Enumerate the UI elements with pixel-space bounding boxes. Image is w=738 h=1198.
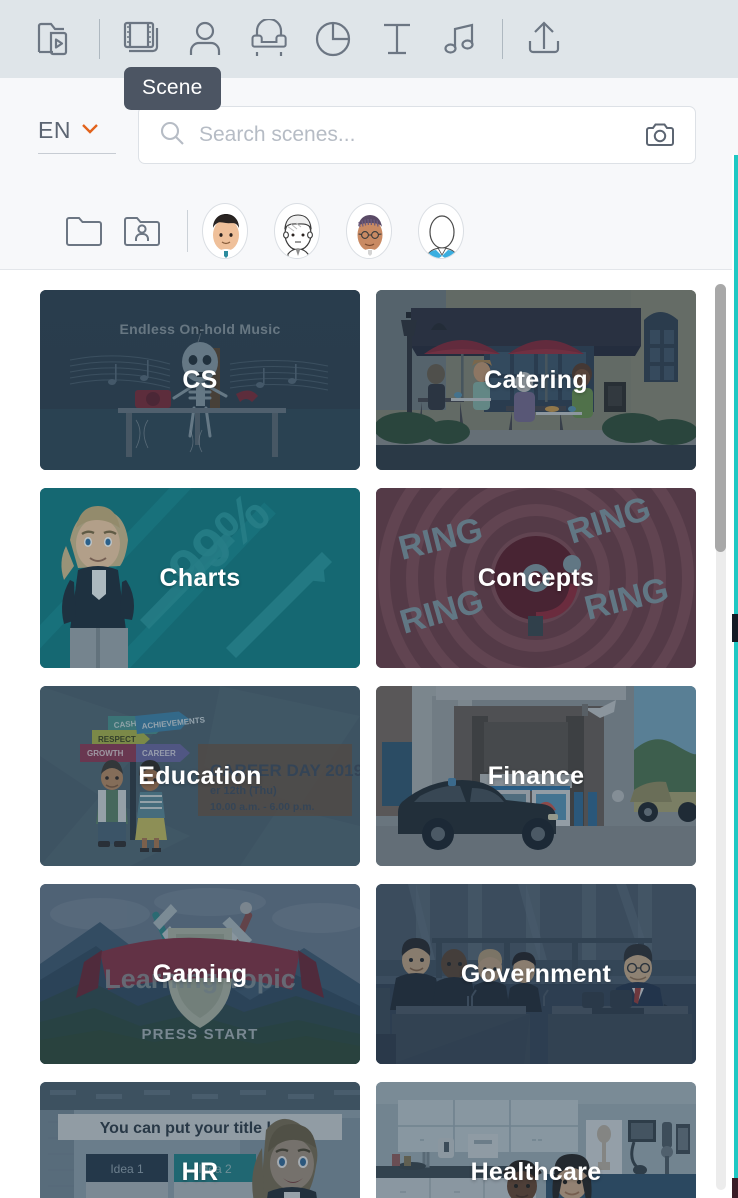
upload-icon[interactable]	[512, 7, 576, 71]
scene-card-label: Education	[138, 761, 262, 790]
canvas-edge-marker	[732, 614, 738, 642]
scene-card-gaming[interactable]: Learning Topic PRESS START Gaming	[40, 884, 360, 1064]
scene-card-label: Catering	[484, 365, 588, 394]
scene-grid-scroll-area[interactable]: Endless On-hold Music CS Catering 99% Ch…	[0, 271, 705, 1198]
scene-card-label: Healthcare	[470, 1157, 602, 1186]
search-input[interactable]	[199, 123, 645, 147]
scene-card-label: Government	[460, 959, 612, 988]
prop-icon[interactable]	[237, 7, 301, 71]
scene-card-label: HR	[181, 1157, 219, 1186]
chevron-down-icon	[80, 121, 100, 139]
scrollbar-thumb[interactable]	[715, 284, 726, 552]
avatar-style-3[interactable]	[346, 203, 392, 259]
avatar-style-4[interactable]	[418, 203, 464, 259]
video-folder-icon[interactable]	[26, 7, 90, 71]
scene-card-label: CS	[182, 365, 218, 394]
toolbar-separator-1	[99, 19, 100, 59]
language-selector[interactable]: EN	[38, 117, 116, 154]
search-box[interactable]	[138, 106, 696, 164]
canvas-edge-marker-2	[732, 1178, 738, 1198]
scene-card-concepts[interactable]: RING RING RING RING Concepts	[376, 488, 696, 668]
scene-icon[interactable]	[109, 7, 173, 71]
search-row: EN	[0, 106, 732, 164]
canvas-edge	[734, 155, 738, 1198]
scene-card-hr[interactable]: You can put your title here Idea 1 Point…	[40, 1082, 360, 1198]
camera-icon[interactable]	[645, 122, 675, 148]
scene-card-government[interactable]: Government	[376, 884, 696, 1064]
avatar-style-2[interactable]	[274, 203, 320, 259]
scene-card-label: Gaming	[152, 959, 248, 988]
search-icon	[159, 120, 185, 151]
canvas-edge-top	[732, 78, 738, 155]
my-characters-folder-icon[interactable]	[113, 205, 171, 257]
folder-icon[interactable]	[55, 205, 113, 257]
style-row-separator	[187, 210, 188, 252]
scene-tooltip: Scene	[124, 67, 221, 110]
top-toolbar	[0, 0, 738, 78]
avatar-style-1[interactable]	[202, 203, 248, 259]
character-icon[interactable]	[173, 7, 237, 71]
scene-grid: Endless On-hold Music CS Catering 99% Ch…	[0, 271, 705, 1198]
scene-library-panel: Scene EN Search scenes... Endless On-hol…	[0, 0, 738, 1198]
text-icon[interactable]	[365, 7, 429, 71]
toolbar-separator-2	[502, 19, 503, 59]
scene-card-label: Charts	[159, 563, 241, 592]
scene-card-label: Finance	[487, 761, 585, 790]
search-panel: EN	[0, 78, 732, 270]
music-icon[interactable]	[429, 7, 493, 71]
scene-card-catering[interactable]: Catering	[376, 290, 696, 470]
scene-card-education[interactable]: CASHIER RESPECT GROWTH ACHIEVEMENTS CARE…	[40, 686, 360, 866]
style-row	[0, 193, 732, 269]
scene-card-label: Concepts	[477, 563, 595, 592]
scene-card-charts[interactable]: 99% Charts	[40, 488, 360, 668]
chart-icon[interactable]	[301, 7, 365, 71]
scene-card-healthcare[interactable]: Healthcare	[376, 1082, 696, 1198]
scene-card-cs[interactable]: Endless On-hold Music CS	[40, 290, 360, 470]
scene-card-finance[interactable]: Finance	[376, 686, 696, 866]
language-code: EN	[38, 116, 71, 143]
